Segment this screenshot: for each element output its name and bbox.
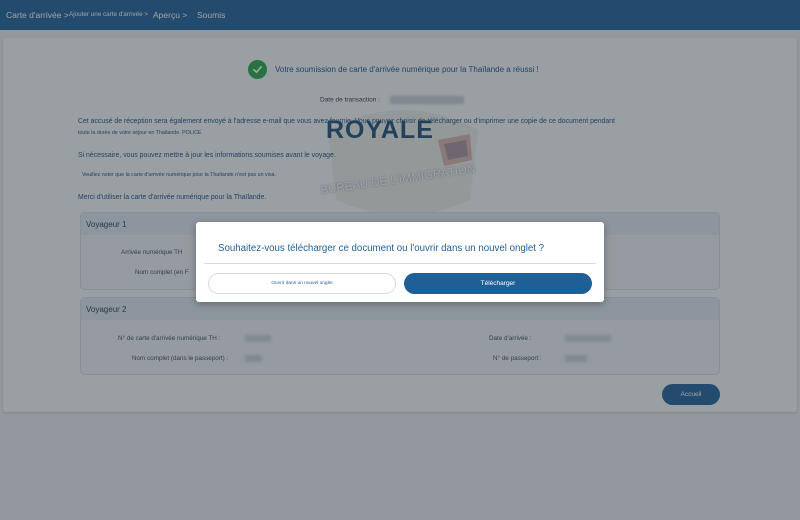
download-button[interactable]: Télécharger xyxy=(404,273,592,294)
dialog-divider xyxy=(204,263,596,264)
open-in-new-tab-button[interactable]: Ouvrir dans un nouvel onglet xyxy=(208,273,396,294)
download-choice-dialog: Souhaitez-vous télécharger ce document o… xyxy=(196,222,604,302)
dialog-title: Souhaitez-vous télécharger ce document o… xyxy=(218,243,545,254)
